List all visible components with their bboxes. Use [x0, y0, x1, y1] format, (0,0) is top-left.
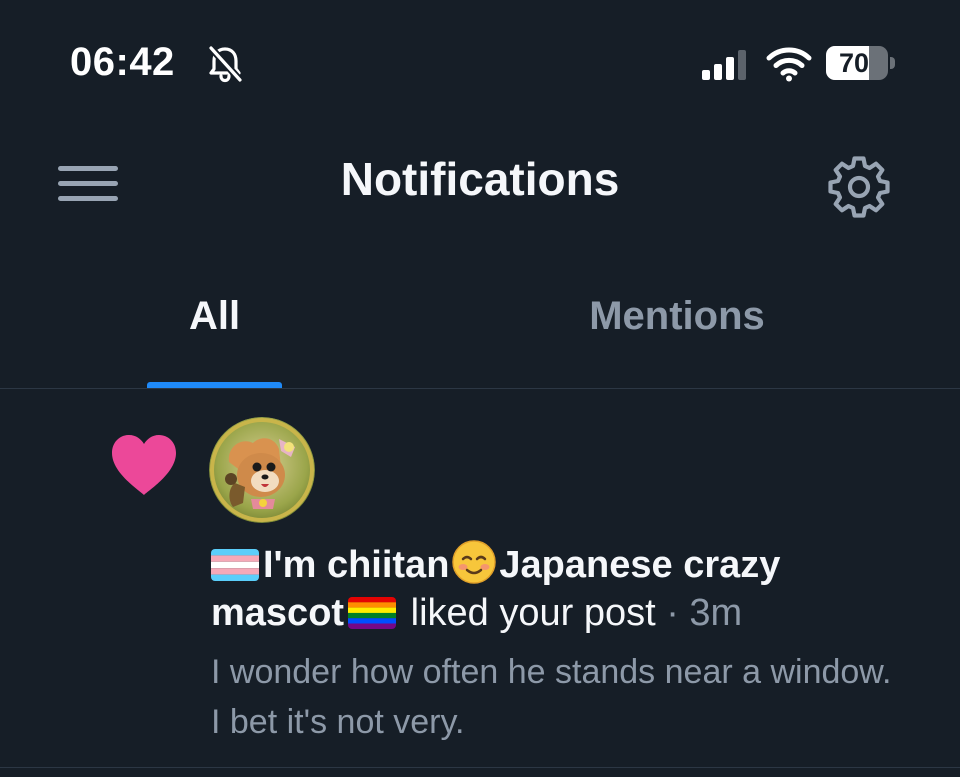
cellular-signal-icon — [702, 50, 746, 80]
page-title: Notifications — [340, 153, 620, 205]
notification-item[interactable]: I'm chiitan Japanese crazy mascot liked … — [0, 389, 960, 768]
gear-icon[interactable] — [826, 154, 892, 220]
author-name-part1[interactable]: I'm chiitan — [263, 544, 449, 586]
tab-all[interactable]: All — [147, 294, 282, 339]
time-ago: 3m — [689, 592, 743, 634]
status-bar: 06:42 70 — [0, 0, 960, 130]
app-header: Notifications — [0, 130, 960, 240]
action-text: liked your post — [410, 592, 656, 634]
avatar[interactable] — [209, 417, 315, 523]
notification-tabs: All Mentions — [0, 270, 960, 389]
post-preview[interactable]: I wonder how often he stands near a wind… — [211, 647, 901, 747]
separator-dot: · — [666, 592, 679, 634]
battery-icon: 70 — [826, 46, 896, 82]
transgender-flag-icon — [211, 549, 259, 581]
battery-level: 70 — [838, 48, 870, 78]
status-time: 06:42 — [70, 40, 175, 84]
bell-off-icon — [207, 44, 244, 84]
active-tab-indicator — [147, 382, 282, 388]
rainbow-flag-icon — [348, 597, 397, 629]
notifications-screen: 06:42 70 Notifications All Mentions I'm … — [0, 0, 960, 777]
wifi-icon — [766, 47, 812, 82]
heart-icon — [112, 435, 176, 495]
notification-text: I'm chiitan Japanese crazy mascot liked … — [211, 539, 901, 637]
smiling-face-icon — [452, 540, 497, 584]
tab-mentions[interactable]: Mentions — [560, 294, 794, 339]
